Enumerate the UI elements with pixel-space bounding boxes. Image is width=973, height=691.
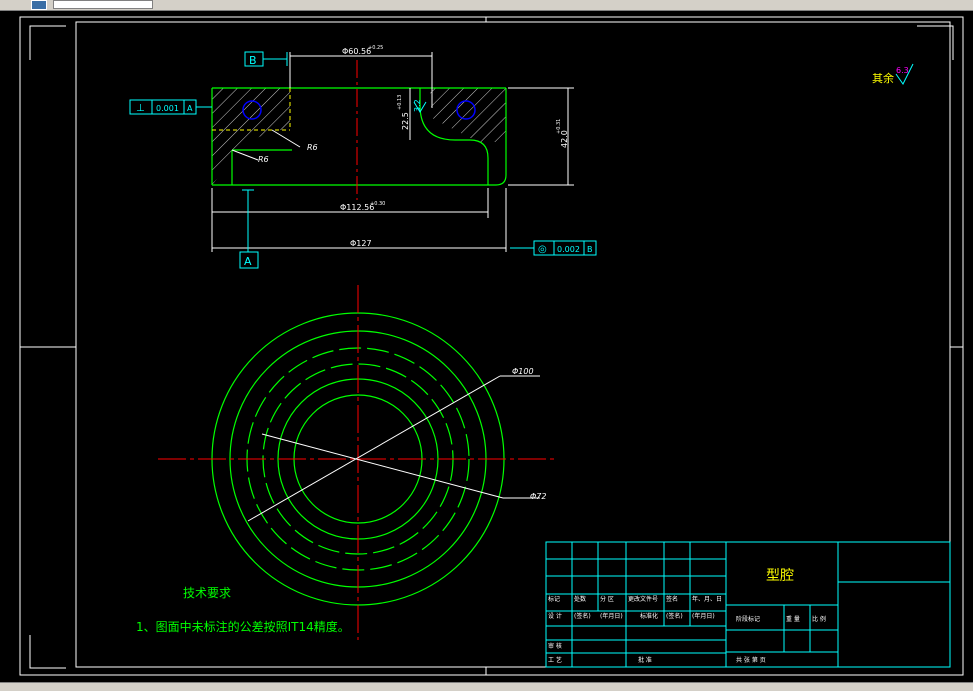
dim-outer-diameter: Φ100 [512, 367, 534, 376]
svg-text:(签名): (签名) [666, 612, 683, 620]
section-view [211, 60, 507, 200]
svg-text:(年月日): (年月日) [692, 612, 715, 620]
svg-text:年、月、日: 年、月、日 [692, 595, 722, 603]
tech-req-heading: 技术要求 [183, 586, 231, 600]
svg-text:⊥: ⊥ [136, 103, 145, 114]
dim-mid-tol: +0.30 [370, 201, 385, 207]
gtol-concentricity: ◎ 0.002 B [510, 240, 597, 256]
part-name: 型腔 [766, 568, 794, 584]
dim-step-tol: +0.13 [397, 95, 403, 110]
svg-text:批 准: 批 准 [638, 656, 652, 664]
inner-border [75, 21, 951, 668]
svg-text:阶段标记: 阶段标记 [736, 615, 760, 623]
dim-overall-diameter: Φ127 [350, 239, 372, 248]
finish-label: 其余 [872, 71, 894, 85]
hatch-right [430, 88, 506, 142]
dim-step: 22.5 [401, 112, 410, 130]
svg-text:处数: 处数 [574, 595, 586, 603]
svg-text:共 张 第 页: 共 张 第 页 [736, 656, 766, 664]
svg-text:B: B [249, 54, 257, 67]
svg-text:分 区: 分 区 [600, 595, 614, 603]
roughness-local-value: 3.2 [413, 99, 422, 112]
svg-text:重 量: 重 量 [786, 615, 800, 623]
local-roughness: 3.2 [413, 99, 427, 113]
section-dimensions [211, 52, 574, 252]
svg-text:审 核: 审 核 [548, 642, 562, 650]
surface-finish-note: 其余 6.3 [872, 63, 914, 85]
dim-top-tol: +0.25 [368, 45, 383, 51]
datum-a: A [239, 189, 259, 269]
title-block [545, 541, 951, 668]
svg-text:比 例: 比 例 [812, 615, 826, 623]
svg-text:(年月日): (年月日) [600, 612, 623, 620]
tech-req-item-1: 1、图面中未标注的公差按照IT14精度。 [136, 619, 350, 634]
svg-text:更改文件号: 更改文件号 [628, 595, 658, 603]
finish-value: 6.3 [896, 66, 909, 75]
svg-text:标记: 标记 [548, 595, 560, 603]
radius-label-1: R6 [307, 143, 318, 152]
radius-label-2: R6 [258, 155, 269, 164]
dim-inner-diameter: Φ72 [530, 492, 546, 501]
datum-b: B [244, 51, 288, 67]
dim-top-diameter: Φ60.56 [342, 47, 371, 56]
gtol-perpendicularity: ⊥ 0.001 A [129, 99, 212, 115]
svg-text:B: B [587, 245, 593, 254]
svg-text:标准化: 标准化 [640, 612, 658, 620]
svg-text:0.002: 0.002 [557, 245, 580, 254]
svg-text:设 计: 设 计 [548, 612, 562, 620]
svg-text:0.001: 0.001 [156, 104, 179, 113]
svg-text:(签名): (签名) [574, 612, 591, 620]
hatch-left-lower [212, 150, 232, 185]
svg-text:签名: 签名 [666, 595, 678, 603]
svg-text:工 艺: 工 艺 [548, 656, 562, 664]
svg-text:◎: ◎ [538, 244, 547, 255]
drawing-canvas: Φ60.56 +0.25 Φ112.56 +0.30 Φ127 42.0 +0.… [19, 16, 964, 676]
svg-text:A: A [244, 255, 252, 268]
dim-height-tol: +0.31 [556, 119, 562, 134]
svg-text:A: A [187, 104, 193, 113]
